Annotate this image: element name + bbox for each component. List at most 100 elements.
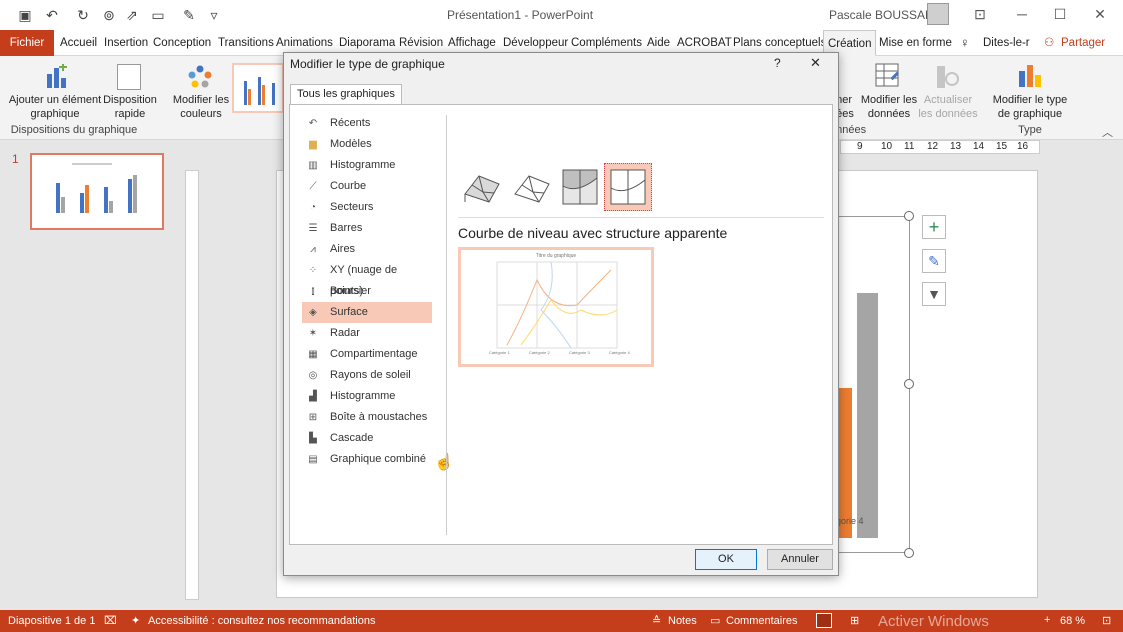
share-button[interactable]: Partager [1061,30,1105,56]
comments-button[interactable]: Commentaires [726,615,798,627]
tab-mise-en-forme[interactable]: Mise en forme [879,30,952,56]
subtype-3d-surface[interactable] [458,163,506,211]
category-area[interactable]: ⩘ Aires [302,239,432,260]
folder-icon: ▆ [309,139,317,150]
chart-filters-icon[interactable]: ▼ [922,282,946,306]
chart-style-gallery-item[interactable] [232,63,284,113]
fit-slide-icon[interactable]: ⊡ [1102,614,1111,627]
avatar[interactable] [927,3,949,25]
close-window-button[interactable]: ✕ [1085,4,1115,24]
line-chart-icon: ⟋ [309,181,317,192]
change-chart-type-label[interactable]: Modifier le type [988,93,1072,107]
subtype-separator [458,217,824,218]
category-xy-scatter[interactable]: ⁘ XY (nuage de points) [302,260,432,297]
tab-conception[interactable]: Conception [153,30,211,56]
chart-styles-icon[interactable]: ✎ [922,249,946,273]
category-radar[interactable]: ✶ Radar [302,323,432,344]
edit-data-label-2[interactable]: données [857,107,921,121]
subtype-heading: Courbe de niveau avec structure apparent… [458,225,728,241]
tab-accueil[interactable]: Accueil [60,30,97,56]
add-chart-element-label[interactable]: Ajouter un élément [5,93,105,107]
spelling-icon[interactable]: ⌧ [104,614,117,627]
help-button[interactable]: ? [774,56,781,70]
notes-icon[interactable]: ≙ [652,614,661,627]
user-name[interactable]: Pascale BOUSSARD [829,8,942,22]
category-column[interactable]: ▥ Histogramme [302,155,432,176]
notes-button[interactable]: Notes [668,615,697,627]
category-treemap[interactable]: ▦ Compartimentage [302,344,432,365]
accessibility-status[interactable]: Accessibilité : consultez nos recommanda… [148,615,375,627]
tab-insertion[interactable]: Insertion [104,30,148,56]
category-histogram[interactable]: ▟ Histogramme [302,386,432,407]
change-colors-label[interactable]: Modifier les [168,93,234,107]
subtype-contour[interactable] [556,163,604,211]
present-icon[interactable]: ⇗ [122,5,142,25]
edit-data-icon[interactable] [875,63,901,89]
edit-data-label[interactable]: Modifier les [857,93,921,107]
comments-icon[interactable]: ▭ [710,614,720,627]
category-box-whisker[interactable]: ⊞ Boîte à moustaches [302,407,432,428]
chart-elements-icon[interactable]: + [922,215,946,239]
document-title: Présentation1 - PowerPoint [446,8,594,22]
maximize-button[interactable]: ☐ [1045,4,1075,24]
collapse-ribbon-icon[interactable]: ︿ [1102,124,1113,140]
category-line[interactable]: ⟋ Courbe [302,176,432,197]
category-sunburst[interactable]: ◎ Rayons de soleil [302,365,432,386]
quick-layout-icon[interactable] [117,64,141,90]
ribbon-display-icon[interactable]: ⊡ [965,4,995,24]
share-icon[interactable]: ⚇ [1044,30,1054,56]
undo-icon[interactable]: ↶ [42,5,62,25]
change-chart-type-dialog: Modifier le type de graphique ? ✕ Tous l… [283,52,839,576]
lightbulb-icon[interactable]: ♀ [960,30,970,56]
refresh-data-icon [935,64,961,90]
normal-view-icon[interactable] [816,613,832,628]
category-bar[interactable]: ☰ Barres [302,218,432,239]
category-surface[interactable]: ◈ Surface [302,302,432,323]
category-templates[interactable]: ▆ Modèles [302,134,432,155]
slide-sorter-icon[interactable]: ⊞ [850,614,859,627]
category-pie[interactable]: ◔ Secteurs [302,197,432,218]
resize-handle-bottom[interactable] [904,548,914,558]
zoom-level[interactable]: 68 % [1060,615,1085,627]
tab-all-charts[interactable]: Tous les graphiques [290,84,402,105]
change-chart-type-label-2[interactable]: de graphique [988,107,1072,121]
category-waterfall[interactable]: ▙ Cascade [302,428,432,449]
accessibility-icon[interactable]: ✦ [131,614,140,627]
minimize-button[interactable]: ─ [1007,4,1037,24]
zoom-in-icon[interactable]: + [1044,614,1050,626]
category-stock[interactable]: ⫾ Boursier [302,281,432,302]
change-colors-icon[interactable] [187,64,213,90]
resize-handle-top[interactable] [904,211,914,221]
chart-preview[interactable]: Titre du graphique Catégorie 1 Catégorie… [458,247,654,367]
tab-fichier[interactable]: Fichier [0,30,54,56]
ok-button[interactable]: OK [695,549,757,570]
tell-me-input[interactable]: Dites-le-r [983,30,1030,56]
quick-layout-label[interactable]: Disposition [100,93,160,107]
subtype-wireframe-3d-surface[interactable] [508,163,556,211]
quick-layout-label-2[interactable]: rapide [100,107,160,121]
slideshow-icon[interactable]: ⊚ [99,5,119,25]
category-combo[interactable]: ▤ Graphique combiné [302,449,432,470]
add-chart-element-label-2[interactable]: graphique [5,107,105,121]
change-colors-label-2[interactable]: couleurs [168,107,234,121]
change-chart-type-icon[interactable] [1018,63,1042,89]
recent-icon: ↶ [308,118,318,129]
screen-icon[interactable]: ▭ [148,5,168,25]
draw-icon[interactable]: ✎ [179,5,199,25]
treemap-icon: ▦ [308,349,318,360]
add-chart-element-icon[interactable] [44,63,68,90]
resize-handle-mid[interactable] [904,379,914,389]
slide-thumbnail[interactable] [30,153,164,230]
redo-icon[interactable]: ↻ [73,5,93,25]
category-recents[interactable]: ↶ Récents [302,113,432,134]
refresh-data-label-2: les données [918,108,978,120]
subtype-wireframe-contour[interactable] [604,163,652,211]
save-icon[interactable]: ▣ [15,5,35,25]
area-chart-icon: ⩘ [310,244,316,255]
activate-windows-watermark: Activer Windows [878,613,989,630]
customize-qat-icon[interactable]: ▿ [204,5,224,25]
slide-count[interactable]: Diapositive 1 de 1 [8,615,95,627]
tab-transitions[interactable]: Transitions [218,30,274,56]
cancel-button[interactable]: Annuler [767,549,833,570]
dialog-close-button[interactable]: ✕ [810,55,821,71]
